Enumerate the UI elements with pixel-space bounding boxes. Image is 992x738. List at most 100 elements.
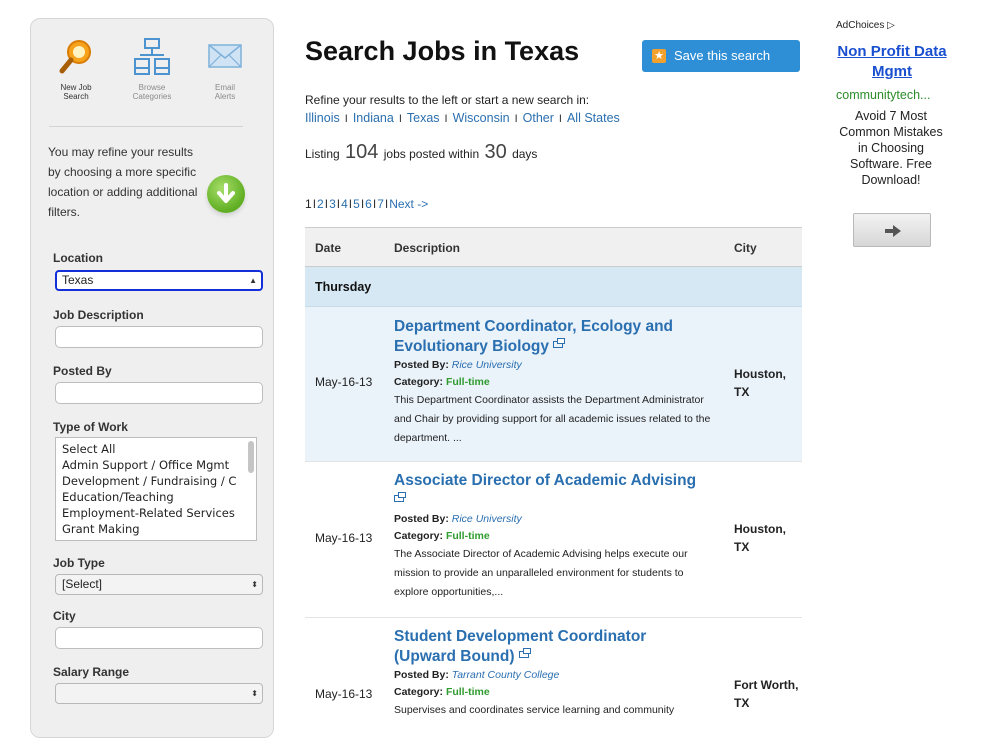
separator: I — [514, 113, 518, 125]
listing-suffix: days — [512, 147, 538, 161]
type-of-work-listbox[interactable]: Select All Admin Support / Office Mgmt D… — [55, 437, 257, 541]
list-item[interactable]: Education/Teaching — [62, 489, 256, 505]
job-type-label: Job Type — [53, 556, 105, 570]
ad-title-link[interactable]: Non Profit Data Mgmt — [837, 43, 946, 80]
job-category: Full-time — [445, 376, 490, 388]
external-link-icon[interactable] — [553, 338, 566, 348]
posted-by-key: Posted By: — [394, 669, 449, 681]
separator: I — [348, 197, 353, 211]
page-next-link[interactable]: Next -> — [389, 197, 428, 211]
job-title-link[interactable]: Associate Director of Academic Advising — [394, 472, 696, 489]
table-row: May-16-13 Associate Director of Academic… — [305, 462, 802, 618]
state-link-wisconsin[interactable]: Wisconsin — [453, 111, 510, 125]
job-type-select[interactable]: [Select] ⬍ — [55, 574, 263, 595]
posted-by-key: Posted By: — [394, 359, 449, 371]
list-item[interactable]: Employment-Related Services — [62, 505, 256, 521]
separator: I — [324, 197, 329, 211]
jobs-table: Date Description City Thursday May-16-13… — [305, 227, 802, 718]
ad-url[interactable]: communitytech... — [836, 88, 930, 102]
city-label: City — [53, 609, 76, 623]
star-icon: ★ — [652, 49, 666, 63]
new-job-search-tool[interactable]: New Job Search — [41, 37, 111, 101]
location-value: Texas — [62, 273, 94, 287]
job-type-value: [Select] — [62, 577, 103, 591]
adchoices-link[interactable]: AdChoices ▷ — [836, 20, 895, 31]
sidebar-divider — [49, 126, 243, 127]
list-item[interactable]: Grant Making — [62, 521, 256, 537]
list-item[interactable]: Select All — [62, 441, 256, 457]
listbox-scrollbar[interactable] — [248, 441, 254, 473]
save-search-button[interactable]: ★ Save this search — [642, 40, 800, 72]
tool-label: New Job — [60, 83, 92, 92]
job-summary: Supervises and coordinates service learn… — [394, 704, 675, 716]
page-link[interactable]: 4 — [341, 197, 348, 211]
state-link-all-states[interactable]: All States — [567, 111, 620, 125]
ad-go-button[interactable] — [853, 213, 931, 247]
updown-arrows-icon: ⬍ — [251, 580, 258, 589]
adchoices-label: AdChoices — [836, 20, 885, 31]
city-input[interactable] — [55, 627, 263, 649]
state-link-indiana[interactable]: Indiana — [353, 111, 394, 125]
location-select[interactable]: Texas ▲ — [55, 270, 263, 291]
job-description-input[interactable] — [55, 326, 263, 348]
job-description-cell: Department Coordinator, Ecology and Evol… — [394, 317, 712, 448]
employer-link[interactable]: Tarrant County College — [452, 669, 560, 681]
external-link-icon[interactable] — [394, 492, 406, 502]
category-key: Category: — [394, 686, 444, 698]
state-link-texas[interactable]: Texas — [407, 111, 440, 125]
table-row: May-16-13 Department Coordinator, Ecolog… — [305, 307, 802, 462]
tool-label: Search — [63, 92, 89, 101]
separator: I — [398, 113, 402, 125]
posted-by-input[interactable] — [55, 382, 263, 404]
browse-categories-tool[interactable]: Browse Categories — [117, 37, 187, 101]
separator: I — [344, 113, 348, 125]
employer-link[interactable]: Rice University — [452, 359, 522, 371]
separator: I — [372, 197, 377, 211]
state-link-other[interactable]: Other — [523, 111, 554, 125]
job-title-link[interactable]: Department Coordinator, Ecology and Evol… — [394, 318, 673, 355]
page-link[interactable]: 5 — [353, 197, 360, 211]
state-link-illinois[interactable]: Illinois — [305, 111, 340, 125]
salary-range-select[interactable]: ⬍ — [55, 683, 263, 704]
separator: I — [312, 197, 317, 211]
employer-link[interactable]: Rice University — [452, 513, 522, 525]
job-city: Fort Worth, TX — [734, 678, 799, 710]
separator: I — [558, 113, 562, 125]
job-title-link[interactable]: Student Development Coordinator (Upward … — [394, 628, 646, 665]
separator: I — [360, 197, 365, 211]
tool-label: Browse — [138, 83, 166, 92]
magnifier-icon — [59, 40, 91, 74]
listing-prefix: Listing — [305, 147, 340, 161]
list-item[interactable]: Development / Fundraising / C — [62, 473, 256, 489]
job-summary: The Associate Director of Academic Advis… — [394, 548, 688, 598]
list-item[interactable]: Admin Support / Office Mgmt — [62, 457, 256, 473]
sidebar-tools: New Job Search Browse Categories Email Aler… — [31, 37, 273, 127]
page-link[interactable]: 3 — [329, 197, 336, 211]
separator: I — [384, 197, 389, 211]
adchoices-icon: ▷ — [887, 20, 895, 31]
external-link-icon[interactable] — [518, 648, 531, 658]
page-link[interactable]: 2 — [317, 197, 324, 211]
table-row: May-16-13 Student Development Coordinato… — [305, 618, 802, 718]
listing-middle: jobs posted within — [383, 147, 480, 161]
job-city: Houston, TX — [734, 367, 786, 399]
separator: I — [444, 113, 448, 125]
page-link[interactable]: 7 — [377, 197, 384, 211]
refine-instructions: You may refine your results by choosing … — [48, 145, 198, 219]
job-date: May-16-13 — [315, 375, 373, 389]
listing-summary: Listing 104 jobs posted within 30 days — [305, 141, 537, 164]
filter-sidebar: New Job Search Browse Categories Email Aler… — [30, 18, 274, 738]
email-alerts-tool[interactable]: Email Alerts — [190, 37, 260, 101]
page-link[interactable]: 6 — [365, 197, 372, 211]
refine-search-text: Refine your results to the left or start… — [305, 93, 590, 107]
state-links: Illinois I Indiana I Texas I Wisconsin I Other I A… — [305, 111, 620, 125]
table-header: Date Description City — [305, 227, 802, 267]
ad-title: Non Profit Data Mgmt — [832, 42, 952, 82]
type-of-work-label: Type of Work — [53, 420, 128, 434]
envelope-icon — [208, 44, 242, 68]
separator: I — [336, 197, 341, 211]
salary-range-label: Salary Range — [53, 665, 130, 679]
tool-label: Categories — [132, 92, 172, 101]
column-header-city: City — [734, 241, 757, 255]
tool-label: Email — [214, 83, 235, 92]
